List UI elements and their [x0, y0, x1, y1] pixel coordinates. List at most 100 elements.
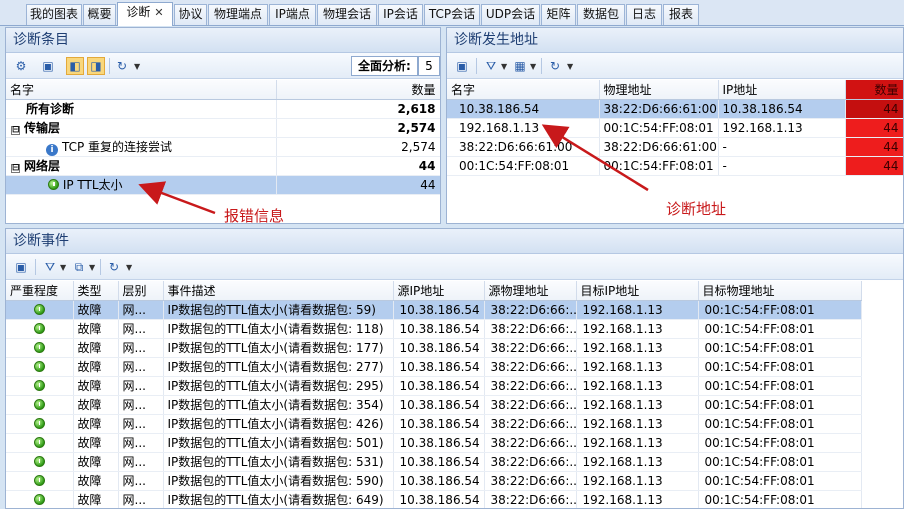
table-row[interactable]: 故障 网... IP数据包的TTL值太小(请看数据包: 118) 10.38.186.… [6, 319, 862, 339]
tab-ip-sessions[interactable]: IP会话 [378, 4, 423, 25]
cell-dst-mac: 00:1C:54:FF:08:01 [698, 357, 862, 377]
column-header-layer[interactable]: 层别 [118, 281, 164, 301]
tab-physical-sessions[interactable]: 物理会话 [317, 4, 377, 25]
filter-icon[interactable]: ⛛ [41, 258, 59, 276]
cell-type: 故障 [73, 319, 119, 339]
column-header-name[interactable]: 名字 [6, 80, 277, 100]
column-header-count[interactable]: 数量 [845, 80, 903, 100]
cell-severity [6, 414, 74, 434]
panel-title: 诊断事件 [6, 229, 903, 254]
cell-src-mac: 38:22:D6:66:... [484, 319, 577, 339]
column-header-dst-ip[interactable]: 目标IP地址 [576, 281, 699, 301]
cell-dst-mac: 00:1C:54:FF:08:01 [698, 471, 862, 491]
cell-count: 44 [845, 118, 903, 138]
cell-name: 192.168.1.13 [447, 118, 600, 138]
column-header-src-ip[interactable]: 源IP地址 [393, 281, 485, 301]
table-row[interactable]: 38:22:D6:66:61:00 38:22:D6:66:61:00 - 44 [447, 137, 903, 157]
save-icon[interactable]: ▣ [453, 57, 471, 75]
column-header-severity[interactable]: 严重程度 [6, 281, 74, 301]
refresh-icon[interactable]: ↻ [546, 57, 564, 75]
cell-dst-mac: 00:1C:54:FF:08:01 [698, 395, 862, 415]
table-row[interactable]: 192.168.1.13 00:1C:54:FF:08:01 192.168.1… [447, 118, 903, 138]
chevron-down-icon[interactable]: ▼ [126, 263, 132, 272]
table-row[interactable]: 00:1C:54:FF:08:01 00:1C:54:FF:08:01 - 44 [447, 156, 903, 176]
column-header-mac[interactable]: 物理地址 [599, 80, 719, 100]
close-tab-icon[interactable]: ✕ [154, 6, 163, 19]
tab-protocol[interactable]: 协议 [174, 4, 207, 25]
cell-type: 故障 [73, 433, 119, 453]
cell-type: 故障 [73, 414, 119, 434]
column-header-src-mac[interactable]: 源物理地址 [484, 281, 577, 301]
cell-ip: - [718, 137, 846, 157]
cell-severity [6, 452, 74, 472]
tab-ip-endpoints[interactable]: IP端点 [269, 4, 316, 25]
chevron-down-icon[interactable]: ▼ [501, 62, 507, 71]
tab-log[interactable]: 日志 [626, 4, 662, 25]
tab-packets[interactable]: 数据包 [577, 4, 625, 25]
tab-physical-endpoints[interactable]: 物理端点 [208, 4, 268, 25]
tree-row-network[interactable]: ⊟ 网络层 44 [6, 156, 440, 176]
tab-summary[interactable]: 概要 [83, 4, 116, 25]
cell-src-ip: 10.38.186.54 [393, 414, 485, 434]
column-header-description[interactable]: 事件描述 [163, 281, 394, 301]
table-row[interactable]: 故障 网... IP数据包的TTL值太小(请看数据包: 531) 10.38.186.… [6, 452, 862, 472]
collapse-icon[interactable]: ⊟ [11, 126, 20, 135]
chevron-down-icon[interactable]: ▼ [89, 263, 95, 272]
chevron-down-icon[interactable]: ▼ [60, 263, 66, 272]
cell-type: 故障 [73, 452, 119, 472]
tab-tcp-sessions[interactable]: TCP会话 [424, 4, 480, 25]
refresh-icon[interactable]: ↻ [113, 57, 131, 75]
column-header-count[interactable]: 数量 [276, 80, 440, 100]
chevron-down-icon[interactable]: ▼ [567, 62, 573, 71]
columns-icon[interactable]: ▦ [511, 57, 529, 75]
tab-label: 物理端点 [213, 7, 262, 21]
table-row[interactable]: 故障 网... IP数据包的TTL值太小(请看数据包: 59) 10.38.186.5… [6, 300, 862, 320]
table-row[interactable]: 故障 网... IP数据包的TTL值太小(请看数据包: 426) 10.38.186.… [6, 414, 862, 434]
table-row[interactable]: 故障 网... IP数据包的TTL值太小(请看数据包: 501) 10.38.186.… [6, 433, 862, 453]
tree-row-transport[interactable]: ⊟ 传输层 2,574 [6, 118, 440, 138]
table-row[interactable]: 故障 网... IP数据包的TTL值太小(请看数据包: 177) 10.38.186.… [6, 338, 862, 358]
table-row[interactable]: 故障 网... IP数据包的TTL值太小(请看数据包: 277) 10.38.186.… [6, 357, 862, 377]
filter-left-icon[interactable]: ◧ [66, 57, 84, 75]
column-header-dst-mac[interactable]: 目标物理地址 [698, 281, 862, 301]
tree-row-ip-ttl[interactable]: IP TTL太小 44 [6, 175, 440, 195]
column-header-ip[interactable]: IP地址 [718, 80, 846, 100]
table-row[interactable]: 故障 网... IP数据包的TTL值太小(请看数据包: 649) 10.38.186.… [6, 490, 862, 508]
tab-reports[interactable]: 报表 [663, 4, 699, 25]
column-header-type[interactable]: 类型 [73, 281, 119, 301]
cell-severity [6, 319, 74, 339]
cell-description: IP数据包的TTL值太小(请看数据包: 531) [163, 452, 394, 472]
cell-src-ip: 10.38.186.54 [393, 338, 485, 358]
tab-diagnosis[interactable]: 诊断 ✕ [117, 2, 173, 26]
chevron-down-icon[interactable]: ▼ [530, 62, 536, 71]
save-icon[interactable]: ▣ [12, 258, 30, 276]
full-analysis-value[interactable]: 5 [418, 56, 440, 76]
column-header-name[interactable]: 名字 [447, 80, 600, 100]
cell-layer: 网... [118, 376, 164, 396]
table-row[interactable]: 10.38.186.54 38:22:D6:66:61:00 10.38.186… [447, 99, 903, 119]
chevron-down-icon[interactable]: ▼ [134, 62, 140, 71]
toolbar-separator [35, 259, 36, 275]
cell-src-ip: 10.38.186.54 [393, 433, 485, 453]
table-row[interactable]: 故障 网... IP数据包的TTL值太小(请看数据包: 295) 10.38.186.… [6, 376, 862, 396]
table-row[interactable]: 故障 网... IP数据包的TTL值太小(请看数据包: 354) 10.38.186.… [6, 395, 862, 415]
toolbar-separator [541, 58, 542, 74]
copy-icon[interactable]: ⧉ [70, 258, 88, 276]
tree-row-tcp-retry[interactable]: i TCP 重复的连接尝试 2,574 [6, 137, 440, 157]
tab-udp-sessions[interactable]: UDP会话 [481, 4, 540, 25]
cell-type: 故障 [73, 490, 119, 508]
tree-row-count: 2,574 [276, 137, 440, 157]
cell-dst-ip: 192.168.1.13 [576, 395, 699, 415]
tab-my-charts[interactable]: 我的图表 [26, 4, 82, 25]
tree-row-all[interactable]: 所有诊断 2,618 [6, 99, 440, 119]
filter-icon[interactable]: ⛛ [482, 57, 500, 75]
save-icon[interactable]: ▣ [39, 57, 57, 75]
tab-matrix[interactable]: 矩阵 [541, 4, 576, 25]
table-row[interactable]: 故障 网... IP数据包的TTL值太小(请看数据包: 590) 10.38.186.… [6, 471, 862, 491]
refresh-icon[interactable]: ↻ [105, 258, 123, 276]
cell-name: 10.38.186.54 [447, 99, 600, 119]
collapse-icon[interactable]: ⊟ [11, 164, 20, 173]
tab-label: 我的图表 [29, 7, 78, 21]
filter-right-icon[interactable]: ◨ [87, 57, 105, 75]
settings-icon[interactable]: ⚙ [12, 57, 30, 75]
